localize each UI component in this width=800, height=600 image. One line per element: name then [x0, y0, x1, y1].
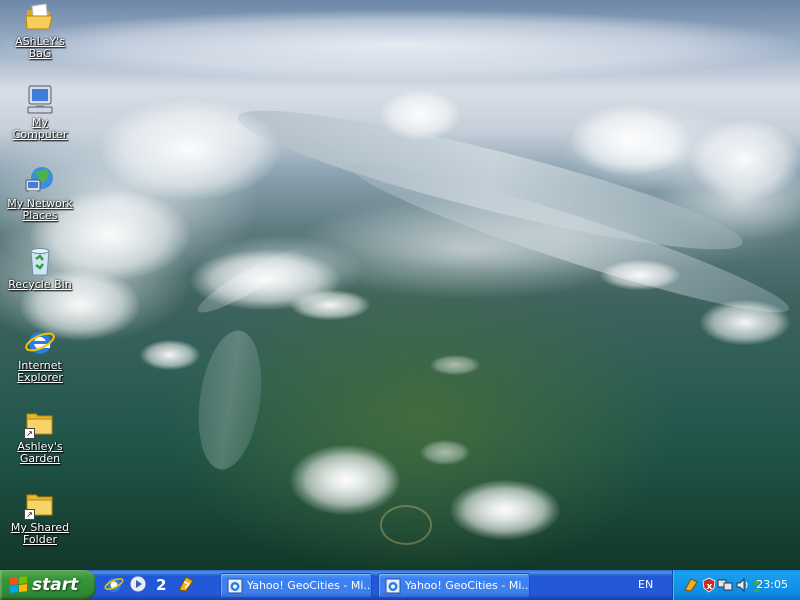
internet-explorer-icon: [385, 578, 401, 594]
windows-media-player-icon[interactable]: [128, 574, 148, 594]
svg-text:2: 2: [156, 576, 166, 594]
desktop-icon-my-shared-folder[interactable]: ↗ My Shared Folder: [2, 488, 78, 546]
desktop-icon-label: My Shared Folder: [10, 521, 70, 546]
clock[interactable]: 23:05: [756, 570, 788, 600]
wallpaper-cloud: [570, 105, 690, 175]
wallpaper-cloud: [0, 10, 800, 80]
wallpaper-cloud: [290, 290, 370, 320]
security-alert-icon[interactable]: x: [701, 577, 717, 593]
winamp-agent-icon[interactable]: [683, 577, 699, 593]
volume-icon[interactable]: [735, 577, 751, 593]
desktop-icon-ashleys-garden[interactable]: ↗ Ashley's Garden: [2, 407, 78, 465]
windows-logo-icon: [10, 576, 28, 594]
wallpaper-cloud: [450, 480, 560, 540]
taskbar: start 2 Yahoo! GeoCities - Mi... Yahoo! …: [0, 570, 800, 600]
winamp-icon[interactable]: [176, 574, 196, 594]
wallpaper-river: [190, 326, 270, 474]
wallpaper-cloud: [700, 300, 790, 345]
desktop-icon-recycle-bin[interactable]: Recycle Bin: [2, 245, 78, 291]
wallpaper-cloud: [420, 440, 470, 465]
system-tray: x 23:05: [672, 570, 800, 600]
wallpaper-cloud: [430, 355, 480, 375]
network-places-icon: [24, 164, 56, 196]
desktop-icon-label: Ashley's Garden: [17, 440, 63, 465]
start-button[interactable]: start: [0, 570, 96, 600]
internet-explorer-icon: [24, 326, 56, 358]
desktop-icon-label: AShLeY's BaG: [15, 35, 65, 60]
wallpaper-cloud: [140, 340, 200, 370]
folder-shortcut-icon: ↗: [24, 407, 56, 439]
folder-shortcut-icon: ↗: [24, 488, 56, 520]
my-computer-icon: [24, 83, 56, 115]
shortcut-arrow-icon: ↗: [24, 509, 35, 520]
desktop-icon-label: My Network Places: [7, 197, 73, 222]
taskbar-window-title: Yahoo! GeoCities - Mi...: [405, 579, 530, 592]
start-label: start: [32, 575, 79, 595]
wallpaper-cloud: [600, 260, 680, 290]
wallpaper-cloud: [690, 120, 800, 200]
desktop-icon-my-computer[interactable]: My Computer: [2, 83, 78, 141]
taskbar-window-button[interactable]: Yahoo! GeoCities - Mi...: [378, 573, 530, 598]
desktop-icon-ashleys-bag[interactable]: AShLeY's BaG: [2, 2, 78, 60]
internet-explorer-icon: [227, 578, 243, 594]
taskbar-window-button[interactable]: Yahoo! GeoCities - Mi...: [220, 573, 372, 598]
wallpaper-cloud: [100, 100, 280, 200]
shortcut-arrow-icon: ↗: [24, 428, 35, 439]
wallpaper-cloud: [380, 90, 460, 140]
lens-flare: [380, 505, 432, 545]
taskbar-window-title: Yahoo! GeoCities - Mi...: [247, 579, 372, 592]
desktop-wallpaper: AShLeY's BaG My Computer My Network Plac…: [0, 0, 800, 570]
desktop-icon-label: Recycle Bin: [8, 278, 72, 291]
msn-messenger-icon[interactable]: 2: [152, 574, 172, 594]
network-icon[interactable]: [717, 577, 733, 593]
recycle-bin-icon: [24, 245, 56, 277]
desktop-icon-label: My Computer: [12, 116, 68, 141]
quick-launch-bar: 2: [104, 574, 196, 596]
wallpaper-cloud: [290, 445, 400, 515]
internet-explorer-icon[interactable]: [104, 574, 124, 594]
desktop-icon-label: Internet Explorer: [17, 359, 63, 384]
language-indicator[interactable]: EN: [638, 570, 653, 600]
desktop-icon-my-network-places[interactable]: My Network Places: [2, 164, 78, 222]
open-folder-icon: [24, 2, 56, 34]
desktop-icon-internet-explorer[interactable]: Internet Explorer: [2, 326, 78, 384]
svg-text:x: x: [707, 582, 713, 592]
